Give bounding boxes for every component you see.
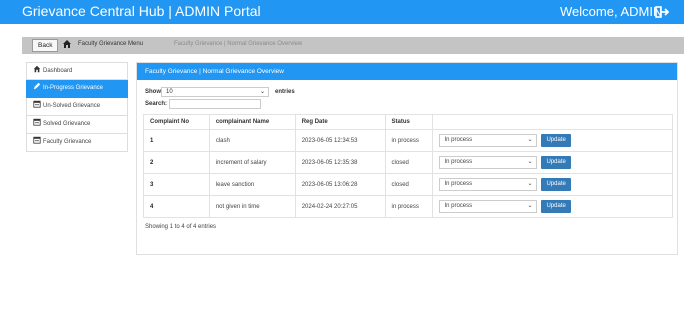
app-title: Grievance Central Hub | ADMIN Portal — [22, 3, 261, 19]
reg-date: 2023-06-05 12:34:53 — [294, 129, 386, 152]
welcome-text: Welcome, ADMIN — [560, 4, 663, 19]
reg-date: 2024-02-24 20:27:05 — [294, 195, 386, 218]
status-text: in process — [384, 195, 434, 218]
status-select[interactable]: In process ⌄ — [439, 178, 538, 191]
table-header-row: Complaint No complainant Name Reg Date S… — [143, 114, 673, 130]
sidebar-item-in-progress[interactable]: In-Progress Grievance — [26, 80, 128, 98]
status-text: closed — [384, 151, 434, 174]
grievance-table: Complaint No complainant Name Reg Date S… — [143, 114, 673, 218]
sidebar-item-label: Faculty Grievance — [43, 139, 92, 145]
status-select[interactable]: In process ⌄ — [439, 134, 538, 147]
complainant-name: clash — [208, 129, 296, 152]
status-select-value: In process — [444, 159, 473, 165]
complaint-no: 4 — [143, 195, 210, 218]
action-cell: In process ⌄ Update — [432, 151, 673, 174]
sidebar: Dashboard In-Progress Grievance Un-Solve… — [26, 62, 128, 152]
table-row: 2 increment of salary 2023-06-05 12:35:3… — [143, 151, 673, 174]
search-input[interactable] — [169, 99, 261, 109]
show-label: Show — [145, 89, 161, 95]
column-header: complainant Name — [208, 114, 296, 130]
sidebar-item-unsolved[interactable]: Un-Solved Grievance — [26, 98, 128, 116]
sidebar-item-label: Dashboard — [43, 68, 73, 74]
table-row: 1 clash 2023-06-05 12:34:53 in process I… — [143, 129, 673, 152]
chevron-down-icon: ⌄ — [259, 89, 265, 95]
complaint-no: 1 — [143, 129, 210, 152]
column-header: Reg Date — [294, 114, 386, 130]
sidebar-item-dashboard[interactable]: Dashboard — [26, 62, 128, 80]
sidebar-item-faculty[interactable]: Faculty Grievance — [26, 134, 128, 152]
home-icon[interactable] — [62, 39, 72, 49]
status-select-value: In process — [444, 137, 473, 143]
breadcrumb: Back Faculty Grievance Menu Faculty Grie… — [22, 37, 684, 54]
status-select-value: In process — [444, 181, 473, 187]
action-cell: In process ⌄ Update — [432, 129, 673, 152]
entries-value: 10 — [166, 89, 173, 95]
column-header: Complaint No — [143, 114, 210, 130]
sidebar-item-solved[interactable]: Solved Grievance — [26, 116, 128, 134]
chevron-down-icon: ⌄ — [527, 159, 533, 165]
update-button[interactable]: Update — [541, 134, 571, 147]
status-select[interactable]: In process ⌄ — [439, 200, 538, 213]
complaint-no: 2 — [143, 151, 210, 174]
calendar-icon — [33, 135, 41, 144]
sidebar-item-label: Solved Grievance — [43, 121, 91, 127]
sidebar-item-label: Un-Solved Grievance — [43, 103, 101, 109]
chevron-down-icon: ⌄ — [527, 137, 533, 143]
status-text: closed — [384, 173, 434, 196]
complainant-name: not given in time — [208, 195, 296, 218]
action-cell: In process ⌄ Update — [432, 173, 673, 196]
table-info: Showing 1 to 4 of 4 entries — [145, 224, 217, 230]
reg-date: 2023-06-05 12:35:38 — [294, 151, 386, 174]
back-button[interactable]: Back — [32, 39, 59, 52]
entries-select[interactable]: 10 ⌄ — [161, 87, 269, 97]
calendar-icon — [33, 117, 41, 126]
complaint-no: 3 — [143, 173, 210, 196]
chevron-down-icon: ⌄ — [527, 203, 533, 209]
update-button[interactable]: Update — [541, 156, 571, 169]
table-row: 3 leave sanction 2023-06-05 13:06:28 clo… — [143, 173, 673, 196]
search-label: Search: — [145, 101, 168, 107]
table-row: 4 not given in time 2024-02-24 20:27:05 … — [143, 195, 673, 218]
column-header — [432, 114, 673, 130]
entries-label: entries — [275, 89, 295, 95]
column-header: Status — [384, 114, 434, 130]
chevron-down-icon: ⌄ — [527, 181, 533, 187]
panel-heading: Faculty Grievance | Normal Grievance Ove… — [137, 63, 677, 80]
action-cell: In process ⌄ Update — [432, 195, 673, 218]
breadcrumb-current: Faculty Grievance | Normal Grievance Ove… — [174, 41, 303, 47]
pencil-icon — [33, 81, 41, 90]
top-bar: Grievance Central Hub | ADMIN Portal Wel… — [0, 0, 684, 24]
update-button[interactable]: Update — [541, 178, 571, 191]
complainant-name: leave sanction — [208, 173, 296, 196]
update-button[interactable]: Update — [541, 200, 571, 213]
grievance-panel: Faculty Grievance | Normal Grievance Ove… — [136, 62, 678, 255]
calendar-icon — [33, 99, 41, 108]
status-text: in process — [384, 129, 434, 152]
status-select-value: In process — [444, 203, 473, 209]
reg-date: 2023-06-05 13:06:28 — [294, 173, 386, 196]
status-select[interactable]: In process ⌄ — [439, 156, 538, 169]
home-icon — [33, 64, 41, 73]
breadcrumb-menu-link[interactable]: Faculty Grievance Menu — [78, 41, 143, 47]
sidebar-item-label: In-Progress Grievance — [43, 85, 104, 91]
logout-icon[interactable] — [655, 4, 671, 20]
complainant-name: increment of salary — [208, 151, 296, 174]
